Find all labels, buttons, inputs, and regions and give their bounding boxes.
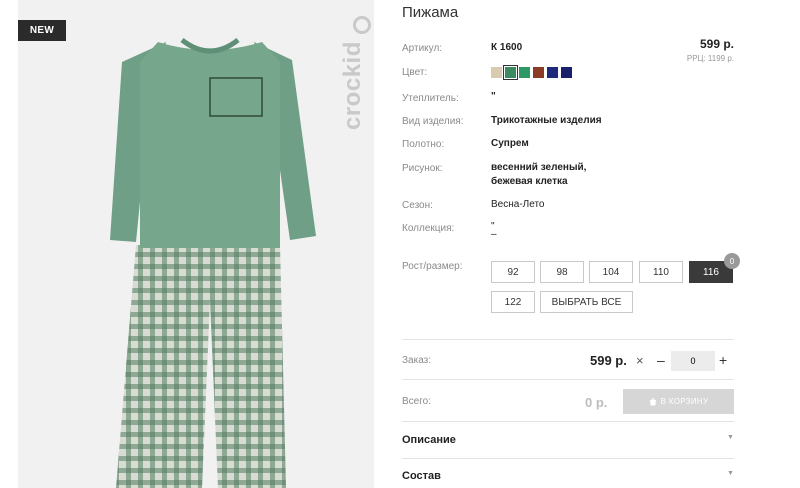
article-value: К 1600: [491, 42, 523, 53]
recommended-price: РРЦ: 1199 р.: [686, 54, 734, 63]
pattern-value-line1: весенний зеленый,: [491, 162, 587, 173]
color-label: Цвет:: [402, 67, 428, 78]
color-swatch[interactable]: [519, 67, 530, 78]
add-to-cart-label: В КОРЗИНУ: [660, 397, 709, 406]
color-swatch[interactable]: [533, 67, 544, 78]
fabric-value: Супрем: [491, 138, 529, 149]
color-swatch[interactable]: [561, 67, 572, 78]
color-swatch[interactable]: [491, 67, 502, 78]
brand-mark-icon: [353, 16, 371, 34]
size-option-110[interactable]: 110: [639, 261, 683, 283]
chevron-down-icon[interactable]: ▼: [727, 434, 734, 441]
divider: [402, 421, 734, 422]
cart-icon: [649, 398, 656, 406]
size-label: Рост/размер:: [402, 261, 463, 272]
color-swatches: [491, 65, 572, 80]
total-amount: 0 р.: [585, 395, 608, 410]
divider: [402, 339, 734, 340]
divider: [402, 458, 734, 459]
times-icon: ×: [636, 353, 644, 368]
collection-label: Коллекция:: [402, 223, 455, 234]
size-option-92[interactable]: 92: [491, 261, 535, 283]
total-label: Всего:: [402, 396, 431, 407]
quantity-increase-button[interactable]: +: [719, 352, 727, 368]
add-to-cart-button[interactable]: В КОРЗИНУ: [623, 389, 734, 414]
pattern-value-line2: бежевая клетка: [491, 176, 568, 187]
pajama-illustration: [110, 37, 316, 488]
quantity-decrease-button[interactable]: –: [657, 352, 665, 368]
season-value: Весна-Лето: [491, 199, 545, 210]
select-all-sizes-button[interactable]: ВЫБРАТЬ ВСЕ: [540, 291, 633, 313]
size-option-98[interactable]: 98: [540, 261, 584, 283]
new-badge: NEW: [18, 20, 66, 41]
order-label: Заказ:: [402, 355, 432, 366]
size-option-104[interactable]: 104: [589, 261, 633, 283]
composition-accordion[interactable]: Состав: [402, 470, 441, 482]
type-value: Трикотажные изделия: [491, 115, 602, 126]
pattern-label: Рисунок:: [402, 163, 443, 174]
type-label: Вид изделия:: [402, 116, 464, 127]
season-label: Сезон:: [402, 200, 433, 211]
color-swatch-selected[interactable]: [503, 65, 518, 80]
brand-logo: crockid: [339, 41, 366, 130]
divider: [402, 379, 734, 380]
product-photo[interactable]: NEW crockid: [18, 0, 374, 488]
color-swatch[interactable]: [547, 67, 558, 78]
size-option-122[interactable]: 122: [491, 291, 535, 313]
article-label: Артикул:: [402, 43, 443, 54]
insulation-value: ": [491, 91, 496, 102]
product-title: Пижама: [402, 4, 459, 21]
product-price: 599 р.: [699, 37, 734, 51]
description-accordion[interactable]: Описание: [402, 434, 456, 446]
quantity-input[interactable]: [671, 351, 715, 371]
chevron-down-icon[interactable]: ▼: [727, 470, 734, 477]
order-unit-price: 599 р.: [590, 353, 627, 368]
size-count-badge: 0: [724, 253, 740, 269]
collection-value-2: –: [491, 229, 497, 240]
fabric-label: Полотно:: [402, 139, 445, 150]
insulation-label: Утеплитель:: [402, 93, 459, 104]
